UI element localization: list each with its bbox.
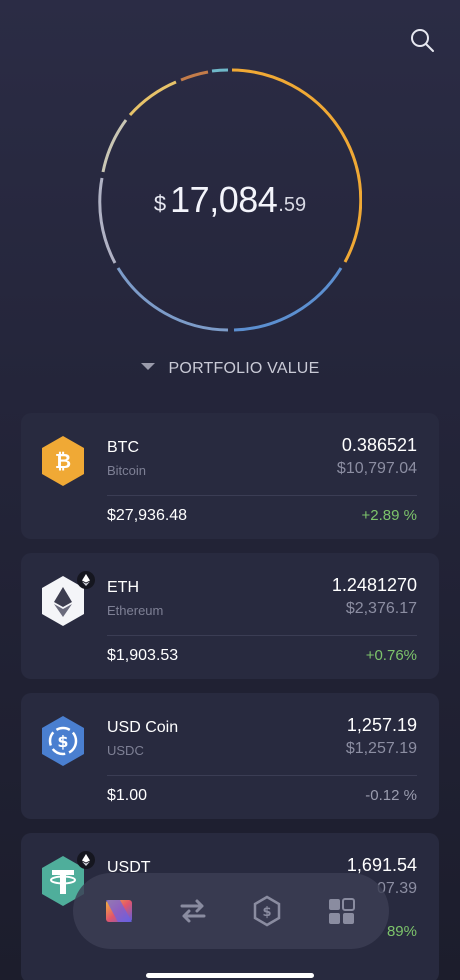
asset-change: 89%	[386, 923, 417, 940]
home-indicator[interactable]	[146, 973, 314, 978]
currency-symbol: $	[153, 191, 167, 216]
search-button[interactable]	[408, 26, 436, 54]
asset-amount: 1,257.19	[346, 715, 417, 735]
asset-value: $1,257.19	[345, 740, 417, 757]
portfolio-value-label: PORTFOLIO VALUE	[168, 360, 320, 377]
nav-exchange-button[interactable]	[177, 895, 209, 927]
asset-symbol: USD Coin	[107, 719, 179, 736]
bitcoin-icon: ₿	[42, 436, 84, 486]
asset-price: $1.00	[107, 787, 148, 804]
asset-name: USDC	[107, 743, 144, 758]
search-icon	[411, 29, 434, 52]
exchange-icon	[180, 899, 206, 923]
asset-value: $2,376.17	[345, 600, 417, 617]
nav-apps-button[interactable]	[325, 895, 357, 927]
asset-amount: 0.386521	[341, 435, 417, 455]
divider	[107, 635, 417, 636]
asset-symbol: BTC	[107, 439, 139, 456]
portfolio-value-dropdown[interactable]: PORTFOLIO VALUE	[0, 360, 460, 378]
divider	[107, 775, 417, 776]
portfolio-value: $ 17,084 .59	[98, 68, 362, 332]
nav-wallet-button[interactable]	[103, 895, 135, 927]
staking-icon: $	[253, 895, 281, 927]
apps-grid-icon	[329, 898, 355, 924]
divider	[107, 495, 417, 496]
svg-text:$: $	[262, 905, 271, 920]
eth-network-badge-icon	[77, 571, 95, 589]
svg-text:₿: ₿	[55, 449, 71, 473]
svg-text:$: $	[57, 732, 68, 751]
caret-down-icon	[140, 363, 155, 371]
asset-amount: 1.2481270	[331, 575, 417, 595]
eth-network-badge-icon	[77, 851, 95, 869]
portfolio-value-integer: 17,084	[170, 179, 278, 220]
bottom-navigation: $	[73, 873, 389, 949]
usdc-icon: $	[42, 716, 84, 766]
nav-staking-button[interactable]: $	[251, 895, 283, 927]
portfolio-ring[interactable]: $ 17,084 .59	[98, 68, 362, 332]
asset-value: $10,797.04	[336, 460, 417, 477]
asset-price: $27,936.48	[107, 507, 188, 524]
asset-name: Bitcoin	[107, 463, 147, 478]
asset-change: +2.89 %	[361, 507, 417, 524]
asset-symbol: ETH	[107, 579, 139, 596]
asset-card-usdc[interactable]: $ USD Coin USDC 1,257.19 $1,257.19 $1.00…	[21, 693, 439, 819]
asset-name: Ethereum	[107, 603, 164, 618]
wallet-icon	[106, 900, 132, 922]
asset-card-eth[interactable]: ETH Ethereum 1.2481270 $2,376.17 $1,903.…	[21, 553, 439, 679]
asset-change: +0.76%	[365, 647, 417, 664]
asset-card-btc[interactable]: ₿ BTC Bitcoin 0.386521 $10,797.04 $27,93…	[21, 413, 439, 539]
portfolio-value-decimal: .59	[278, 193, 307, 216]
asset-price: $1,903.53	[107, 647, 179, 664]
asset-change: -0.12 %	[365, 787, 417, 804]
